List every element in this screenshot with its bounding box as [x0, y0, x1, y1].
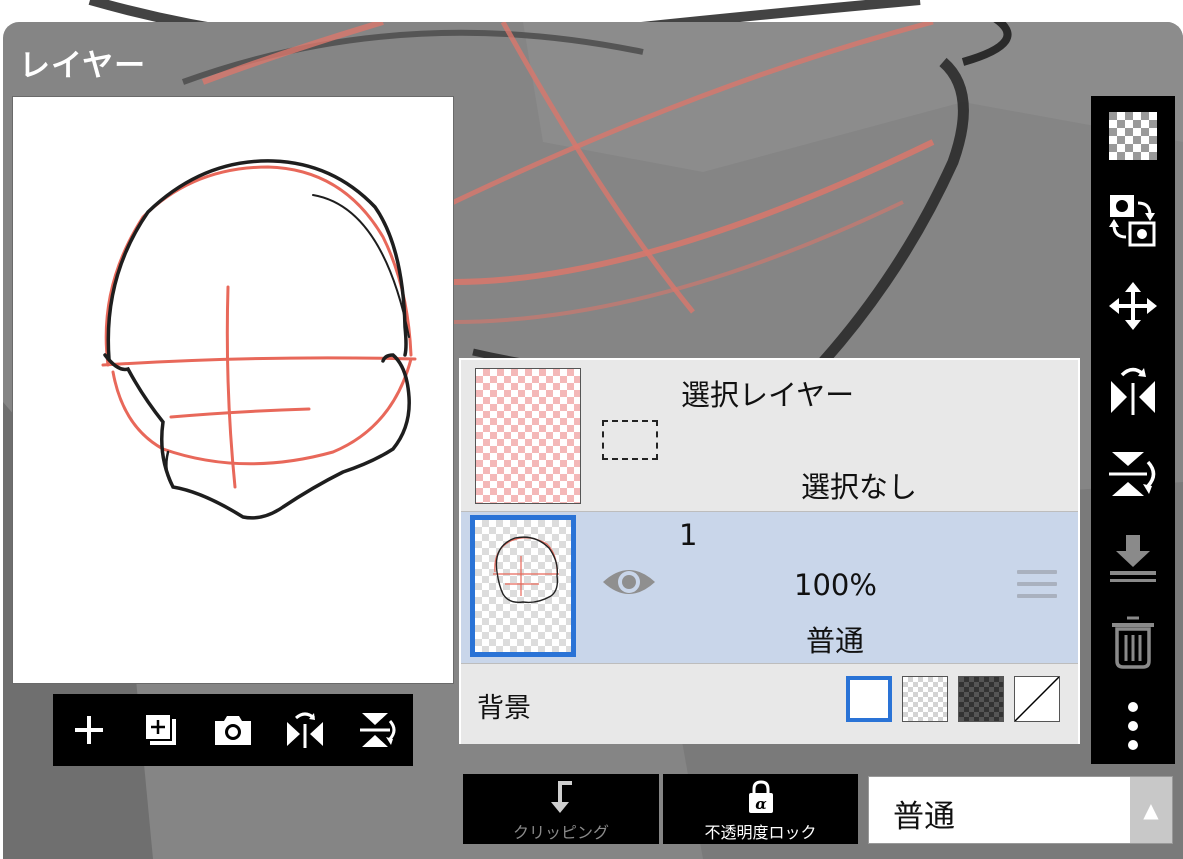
alpha-lock-button[interactable]: α 不透明度ロック	[663, 774, 858, 844]
layer-tools-toolbar	[1091, 96, 1175, 764]
duplicate-icon	[144, 713, 176, 745]
background-row: 背景	[461, 664, 1078, 744]
background-dark-transparent-swatch[interactable]	[958, 676, 1004, 722]
more-options-button[interactable]	[1101, 696, 1165, 756]
layer-thumbnail-sketch	[493, 536, 559, 604]
swap-layers-button[interactable]	[1101, 190, 1165, 250]
flip-vertical-icon	[1109, 452, 1156, 496]
selection-marquee-icon	[602, 420, 658, 460]
merge-down-button[interactable]	[1101, 528, 1165, 588]
blend-mode-value: 普通	[893, 799, 955, 835]
clipping-label: クリッピング	[512, 823, 609, 842]
move-icon	[1109, 282, 1157, 330]
lock-icon: α	[748, 780, 773, 813]
flip-horizontal-layer-button[interactable]	[1101, 360, 1165, 420]
transparency-icon	[1109, 112, 1157, 160]
background-label: 背景	[477, 693, 531, 724]
layer-blend-mode: 普通	[806, 624, 865, 658]
background-light-transparent-swatch[interactable]	[902, 676, 948, 722]
blend-mode-select[interactable]: 普通 ▲	[868, 776, 1173, 844]
transparency-button[interactable]	[1101, 106, 1165, 166]
flip-vertical-button[interactable]	[353, 706, 401, 754]
diagonal-slash-icon	[1014, 676, 1060, 722]
selection-layer-thumbnail	[475, 368, 581, 504]
flip-horizontal-icon	[287, 712, 323, 748]
layer-preview[interactable]	[12, 96, 454, 684]
eye-icon[interactable]	[601, 562, 657, 602]
drag-handle-icon[interactable]	[1017, 570, 1057, 604]
flip-horizontal-button[interactable]	[281, 706, 329, 754]
alpha-lock-label: 不透明度ロック	[704, 823, 817, 842]
plus-icon	[75, 716, 103, 744]
clipping-button[interactable]: クリッピング	[463, 774, 659, 844]
duplicate-layer-button[interactable]	[137, 706, 185, 754]
import-photo-button[interactable]	[209, 706, 257, 754]
layer-opacity: 100%	[794, 568, 877, 602]
selection-layer-row[interactable]: 選択レイヤー 選択なし	[461, 360, 1078, 512]
camera-icon	[215, 716, 251, 745]
layer-list: 選択レイヤー 選択なし 1 100% 普通 背景	[459, 358, 1080, 744]
flip-horizontal-icon	[1111, 367, 1155, 415]
trash-icon	[1112, 616, 1154, 669]
merge-down-icon	[1110, 535, 1156, 582]
move-button[interactable]	[1101, 276, 1165, 336]
clipping-arrow-icon	[551, 781, 572, 813]
layer-row[interactable]: 1 100% 普通	[461, 512, 1078, 664]
svg-text:α: α	[755, 795, 767, 813]
panel-title: レイヤー	[19, 48, 147, 84]
background-none-swatch[interactable]	[1014, 676, 1060, 722]
head-sketch	[101, 159, 417, 520]
layer-thumbnail[interactable]	[470, 515, 576, 657]
selection-layer-name: 選択レイヤー	[681, 378, 855, 412]
swap-layers-icon	[1109, 195, 1156, 247]
add-layer-button[interactable]	[65, 706, 113, 754]
flip-vertical-layer-button[interactable]	[1101, 444, 1165, 504]
preview-toolbar	[53, 694, 413, 766]
background-white-swatch[interactable]	[846, 676, 892, 722]
layer-name: 1	[679, 518, 698, 552]
dropdown-arrow-icon[interactable]: ▲	[1130, 777, 1172, 843]
selection-status: 選択なし	[801, 470, 918, 504]
flip-vertical-icon	[360, 713, 396, 747]
more-icon	[1128, 702, 1138, 750]
delete-layer-button[interactable]	[1101, 612, 1165, 672]
